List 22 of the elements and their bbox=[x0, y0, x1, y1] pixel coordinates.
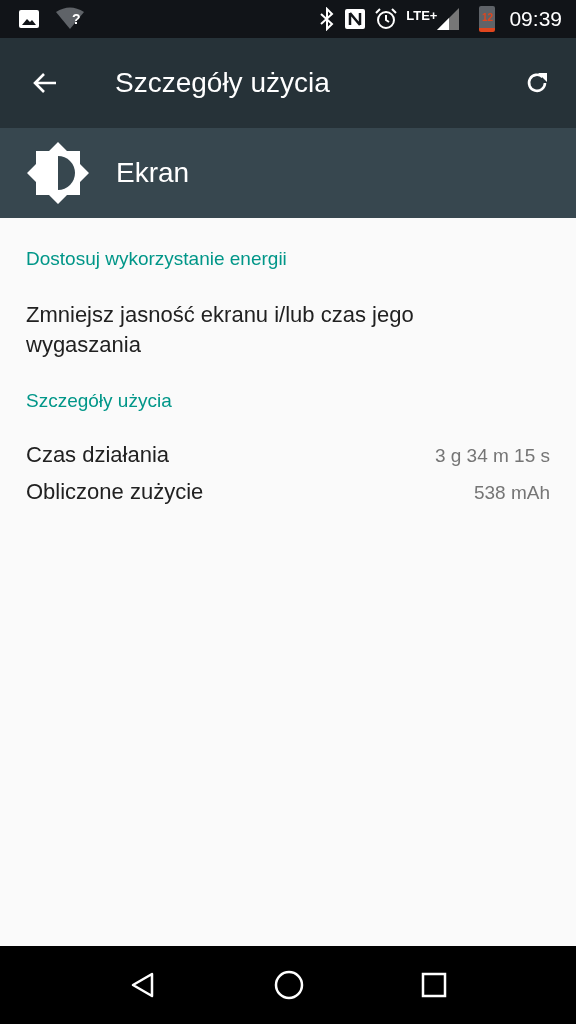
row-value: 3 g 34 m 15 s bbox=[434, 445, 550, 467]
clock: 09:39 bbox=[509, 7, 562, 31]
network-type: LTE+ bbox=[406, 8, 438, 23]
row-label: Czas działania bbox=[26, 442, 170, 468]
section-header: Szczegóły użycia bbox=[26, 390, 173, 412]
signal-icon bbox=[437, 8, 460, 30]
app-bar-title: Szczegóły użycia bbox=[115, 67, 331, 99]
wifi-icon bbox=[56, 7, 84, 29]
brightness-icon bbox=[27, 142, 89, 204]
header-title: Ekran bbox=[116, 157, 190, 189]
wifi-question-mark: ? bbox=[72, 11, 81, 27]
back-arrow-icon[interactable] bbox=[32, 71, 58, 95]
recents-icon[interactable] bbox=[421, 972, 448, 998]
image-icon bbox=[18, 9, 40, 29]
row-value: 538 mAh bbox=[473, 482, 550, 504]
nfc-icon bbox=[344, 8, 367, 30]
preference-item[interactable]: Zmniejsz jasność ekranu i/lub czas jego wygaszania bbox=[26, 300, 496, 360]
battery-icon: 12 bbox=[479, 6, 496, 32]
row-label: Obliczone zużycie bbox=[26, 479, 204, 505]
home-icon[interactable] bbox=[274, 970, 304, 1000]
section-header: Dostosuj wykorzystanie energii bbox=[26, 248, 288, 270]
alarm-icon bbox=[374, 7, 399, 31]
